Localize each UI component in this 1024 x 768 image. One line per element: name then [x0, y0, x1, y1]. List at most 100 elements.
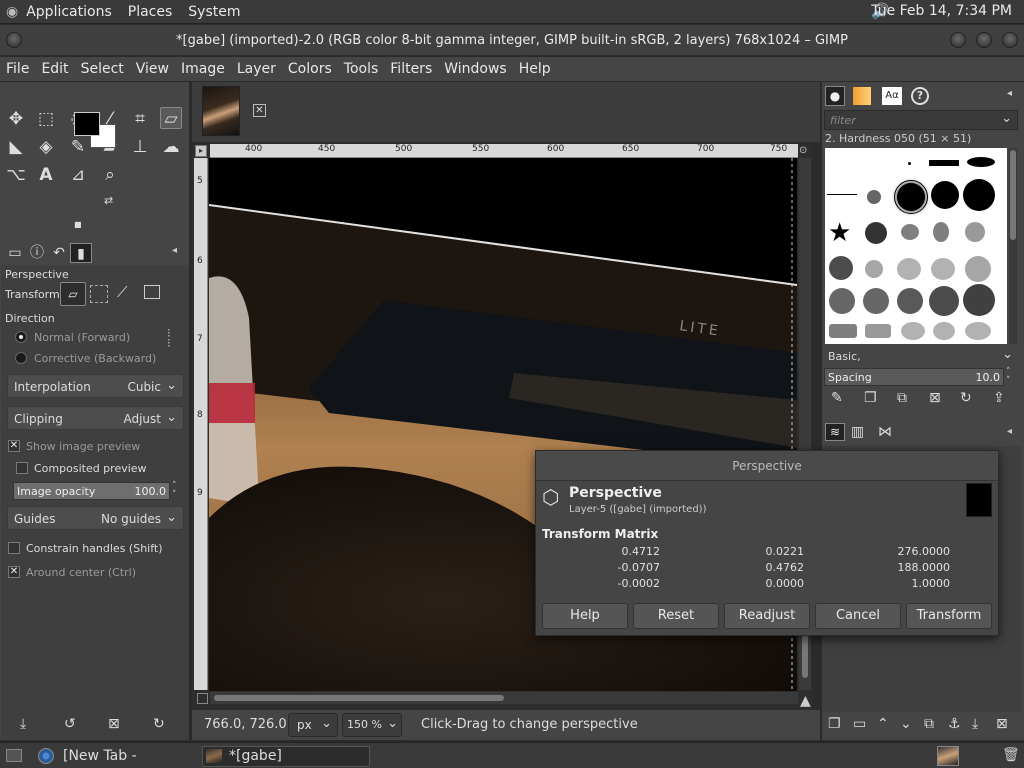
brush-item[interactable]: [933, 322, 955, 340]
anchor-layer-icon[interactable]: ⚓: [948, 716, 961, 732]
bucket-fill-tool-icon[interactable]: ◈: [35, 136, 57, 158]
edit-brush-icon[interactable]: ✎: [831, 390, 843, 406]
taskbar-gimp[interactable]: *[gabe] (imported)-...: [202, 746, 370, 768]
unit-select[interactable]: px ⌄: [288, 713, 338, 737]
composited-preview-checkbox[interactable]: [16, 462, 28, 474]
tool-options-tab-icon[interactable]: ▭: [4, 243, 26, 263]
direction-normal-radio[interactable]: [15, 331, 27, 343]
zoom-select[interactable]: 150 % ⌄: [342, 713, 402, 737]
brush-item[interactable]: [865, 260, 883, 278]
clipping-combo[interactable]: Clipping Adjust ⌄: [7, 406, 184, 430]
show-desktop-icon[interactable]: [6, 749, 22, 762]
brush-item[interactable]: [963, 284, 995, 316]
spacing-spin-icon[interactable]: ˄ ˅: [1006, 368, 1011, 386]
brush-grid[interactable]: ★: [825, 148, 1007, 344]
spacing-slider[interactable]: Spacing 10.0: [824, 368, 1004, 386]
brush-item[interactable]: [931, 258, 955, 280]
raise-layer-icon[interactable]: ⌃: [877, 716, 889, 732]
navigate-icon[interactable]: ▲: [800, 693, 811, 709]
image-opacity-slider[interactable]: Image opacity 100.0: [13, 482, 170, 500]
reset-tool-options-icon[interactable]: ↻: [153, 716, 165, 732]
menu-view[interactable]: View: [136, 61, 169, 77]
text-tool-icon[interactable]: A: [35, 164, 57, 186]
brush-item[interactable]: [965, 256, 991, 282]
new-brush-icon[interactable]: ❐: [864, 390, 877, 406]
menu-filters[interactable]: Filters: [390, 61, 432, 77]
channels-tab-icon[interactable]: ▥: [851, 424, 864, 440]
transform-button[interactable]: Transform: [906, 603, 992, 629]
around-center-checkbox[interactable]: ✕: [8, 566, 20, 578]
crop-tool-icon[interactable]: ⌗: [129, 108, 151, 130]
brush-tag-combo[interactable]: Basic, ⌄: [824, 347, 1018, 367]
foreground-color-swatch[interactable]: [74, 112, 100, 136]
menu-tools[interactable]: Tools: [344, 61, 379, 77]
vertical-ruler[interactable]: 5 6 7 8 9: [194, 158, 208, 690]
paths-tool-icon[interactable]: ⌥: [5, 164, 27, 186]
menu-colors[interactable]: Colors: [288, 61, 332, 77]
horizontal-scrollbar[interactable]: [210, 692, 798, 704]
paintbrush-tool-icon[interactable]: ✎: [67, 136, 89, 158]
transform-path-button[interactable]: ⟋: [117, 283, 128, 301]
gnome-foot-icon[interactable]: ◉: [6, 4, 18, 20]
device-status-tab-icon[interactable]: ⓘ: [26, 243, 48, 263]
refresh-brushes-icon[interactable]: ↻: [960, 390, 972, 406]
applications-menu[interactable]: Applications: [26, 4, 112, 20]
around-center-label[interactable]: Around center (Ctrl): [26, 566, 136, 579]
menu-file[interactable]: File: [6, 61, 29, 77]
brush-item[interactable]: [829, 324, 857, 338]
patterns-tab-icon[interactable]: [853, 87, 871, 105]
transform-selection-button[interactable]: [90, 285, 108, 303]
delete-brush-icon[interactable]: ⊠: [929, 390, 941, 406]
minimize-button[interactable]: [950, 32, 966, 48]
dialog-window-title[interactable]: Perspective: [536, 451, 998, 481]
menu-help[interactable]: Help: [519, 61, 551, 77]
color-picker-tool-icon[interactable]: ⊿: [67, 164, 89, 186]
brush-item[interactable]: [933, 222, 949, 242]
brush-filter-input[interactable]: filter ⌄: [824, 110, 1018, 130]
horizontal-scroll-thumb[interactable]: [214, 695, 504, 701]
guides-combo[interactable]: Guides No guides ⌄: [7, 506, 184, 530]
layers-tab-icon[interactable]: ≋: [825, 423, 845, 441]
brush-item[interactable]: [908, 162, 911, 165]
menu-select[interactable]: Select: [81, 61, 124, 77]
menu-edit[interactable]: Edit: [41, 61, 68, 77]
restore-tool-preset-icon[interactable]: ↺: [64, 716, 76, 732]
brush-item[interactable]: [965, 322, 991, 340]
paths-tab-icon[interactable]: ⋈: [878, 424, 892, 440]
readjust-button[interactable]: Readjust: [724, 603, 810, 629]
reset-button[interactable]: Reset: [633, 603, 719, 629]
show-preview-checkbox[interactable]: ✕: [8, 440, 20, 452]
maximize-button[interactable]: [976, 32, 992, 48]
brush-item[interactable]: [901, 224, 919, 240]
brush-item[interactable]: [929, 160, 959, 166]
quick-mask-icon[interactable]: [197, 693, 208, 704]
system-menu[interactable]: System: [188, 4, 240, 20]
brush-item[interactable]: [963, 179, 995, 211]
brush-item[interactable]: [863, 288, 889, 314]
menu-image[interactable]: Image: [181, 61, 225, 77]
close-image-tab-icon[interactable]: ✕: [253, 104, 266, 117]
zoom-lock-icon[interactable]: ⊙: [799, 145, 811, 157]
zoom-tool-icon[interactable]: ⌕: [99, 164, 121, 186]
brush-item[interactable]: [897, 258, 921, 280]
brush-item[interactable]: [867, 190, 881, 204]
brush-item[interactable]: [865, 222, 887, 244]
interpolation-combo[interactable]: Interpolation Cubic ⌄: [7, 374, 184, 398]
brush-item[interactable]: [897, 288, 923, 314]
cancel-button[interactable]: Cancel: [815, 603, 901, 629]
brush-item-star[interactable]: ★: [828, 218, 851, 248]
places-menu[interactable]: Places: [128, 4, 173, 20]
default-colors-icon[interactable]: ■: [74, 220, 82, 229]
open-brush-as-image-icon[interactable]: ⇪: [993, 390, 1005, 406]
opacity-spin-icon[interactable]: ˄ ˅: [172, 482, 177, 500]
save-tool-preset-icon[interactable]: ⤓: [20, 716, 26, 732]
new-layer-group-icon[interactable]: ▭: [853, 716, 866, 732]
direction-chain-icon[interactable]: ⁝ ⁝: [167, 327, 171, 349]
move-tool-icon[interactable]: ✥: [5, 108, 27, 130]
fonts-tab-icon[interactable]: Aα: [882, 87, 902, 105]
brush-scroll-thumb[interactable]: [1010, 150, 1016, 240]
dock-menu-icon[interactable]: ◂: [1007, 426, 1012, 437]
quick-mask-corner-icon[interactable]: ▸: [195, 145, 207, 157]
duplicate-brush-icon[interactable]: ⧉: [897, 390, 907, 406]
duplicate-layer-icon[interactable]: ⧉: [924, 716, 934, 732]
